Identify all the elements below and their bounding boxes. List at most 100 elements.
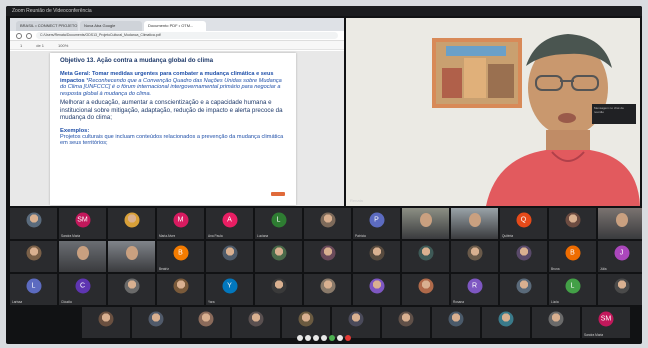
participant-tile[interactable] bbox=[255, 274, 302, 305]
browser-tab-active[interactable]: Documento PDF • OTM... bbox=[144, 21, 206, 31]
participant-photo bbox=[198, 311, 214, 327]
participant-tile[interactable] bbox=[206, 241, 253, 272]
participant-avatar: R bbox=[467, 278, 482, 294]
participant-tile[interactable]: SM Sandra Maria bbox=[59, 208, 106, 239]
participant-tile[interactable] bbox=[402, 241, 449, 272]
participant-name: Cláudia bbox=[61, 300, 72, 304]
participant-photo bbox=[271, 278, 286, 294]
participant-photo bbox=[369, 278, 384, 294]
participant-avatar: SM bbox=[75, 212, 90, 228]
pdf-page: Objetivo 13. Ação contra a mudança globa… bbox=[50, 53, 296, 205]
participant-avatar: A bbox=[222, 212, 237, 228]
gallery-row: B Beatriz B Bruna J Júlia bbox=[10, 241, 642, 272]
participant-tile[interactable] bbox=[482, 307, 530, 338]
participant-tile[interactable]: L Larissa bbox=[10, 274, 57, 305]
participant-tile[interactable]: Q Quitéria bbox=[500, 208, 547, 239]
participant-tile[interactable] bbox=[157, 274, 204, 305]
participant-avatar: L bbox=[26, 278, 41, 294]
chat-notification[interactable]: Mensagem no chat da reunião bbox=[592, 104, 636, 124]
participant-tile[interactable] bbox=[82, 307, 130, 338]
participant-tile[interactable] bbox=[304, 274, 351, 305]
browser-tab[interactable]: Nova Aba Google bbox=[80, 21, 142, 31]
participant-tile[interactable] bbox=[382, 307, 430, 338]
participant-avatar: Y bbox=[222, 278, 237, 294]
participant-tile[interactable] bbox=[108, 274, 155, 305]
pdf-zoom[interactable]: 100% bbox=[58, 43, 68, 48]
participant-tile[interactable] bbox=[432, 307, 480, 338]
participant-name: Lúcia bbox=[551, 300, 559, 304]
participant-tile[interactable] bbox=[532, 307, 580, 338]
mic-icon[interactable] bbox=[297, 334, 303, 341]
participant-photo bbox=[548, 311, 564, 327]
participant-avatar: L bbox=[271, 212, 286, 228]
participant-tile[interactable] bbox=[108, 208, 155, 239]
participant-tile[interactable]: P Patrícia bbox=[353, 208, 400, 239]
objective-title: Objetivo 13. Ação contra a mudança globa… bbox=[60, 57, 214, 64]
url-field[interactable]: C:/Users/Renata/Documents/ODS13_ProjetoC… bbox=[36, 32, 338, 39]
participant-face bbox=[76, 246, 89, 260]
participant-avatar: P bbox=[369, 212, 384, 228]
participant-tile[interactable]: L Luciana bbox=[255, 208, 302, 239]
participant-tile[interactable] bbox=[500, 241, 547, 272]
participant-tile[interactable] bbox=[402, 274, 449, 305]
zoom-window: Zoom Reunião de Videoconferência BRASIL … bbox=[6, 6, 642, 344]
participant-tile[interactable]: L Lúcia bbox=[549, 274, 596, 305]
participant-tile[interactable]: B Beatriz bbox=[157, 241, 204, 272]
participant-name: Sandra Maria bbox=[61, 234, 81, 238]
participant-tile[interactable]: SM Sandra Maria bbox=[582, 307, 630, 338]
participant-tile[interactable]: J Júlia bbox=[598, 241, 642, 272]
participant-tile[interactable] bbox=[451, 208, 498, 239]
share-icon[interactable] bbox=[329, 334, 335, 341]
chat-icon[interactable] bbox=[321, 334, 327, 341]
speaker-name: Renata bbox=[350, 198, 363, 203]
participant-tile[interactable] bbox=[598, 208, 642, 239]
participant-tile[interactable] bbox=[10, 241, 57, 272]
participant-tile[interactable] bbox=[500, 274, 547, 305]
participant-photo bbox=[124, 212, 139, 228]
participant-tile[interactable] bbox=[353, 241, 400, 272]
participant-photo bbox=[369, 245, 384, 261]
participant-tile[interactable] bbox=[549, 208, 596, 239]
back-icon[interactable] bbox=[16, 32, 22, 39]
meta-label: Meta Geral: bbox=[60, 71, 91, 77]
participant-tile[interactable] bbox=[59, 241, 106, 272]
participant-photo bbox=[565, 212, 580, 228]
participant-tile[interactable] bbox=[304, 208, 351, 239]
participant-photo bbox=[26, 245, 41, 261]
participant-tile[interactable]: R Rosana bbox=[451, 274, 498, 305]
participant-photo bbox=[26, 212, 41, 228]
participant-photo bbox=[614, 278, 629, 294]
participant-photo bbox=[320, 245, 335, 261]
participant-video bbox=[598, 208, 642, 239]
participant-name: Patrícia bbox=[355, 234, 366, 238]
refresh-icon[interactable] bbox=[26, 32, 32, 39]
participant-tile[interactable]: B Bruna bbox=[549, 241, 596, 272]
participant-tile[interactable] bbox=[108, 241, 155, 272]
participant-tile[interactable] bbox=[598, 274, 642, 305]
participant-face bbox=[419, 213, 432, 227]
participant-tile[interactable]: Y Yara bbox=[206, 274, 253, 305]
participant-avatar: SM bbox=[598, 311, 614, 327]
participant-tile[interactable] bbox=[402, 208, 449, 239]
pdf-page-number[interactable]: 1 bbox=[20, 43, 22, 48]
leave-icon[interactable] bbox=[345, 334, 351, 341]
participant-tile[interactable] bbox=[304, 241, 351, 272]
participant-tile[interactable] bbox=[353, 274, 400, 305]
participants-icon[interactable] bbox=[313, 334, 319, 341]
participant-tile[interactable] bbox=[10, 208, 57, 239]
participant-avatar: L bbox=[565, 278, 580, 294]
participant-tile[interactable] bbox=[451, 241, 498, 272]
participant-tile[interactable]: M Maria Alves bbox=[157, 208, 204, 239]
reactions-icon[interactable] bbox=[337, 334, 343, 341]
participant-tile[interactable]: C Cláudia bbox=[59, 274, 106, 305]
participant-photo bbox=[467, 245, 482, 261]
camera-icon[interactable] bbox=[305, 334, 311, 341]
participant-tile[interactable] bbox=[232, 307, 280, 338]
participant-tile[interactable] bbox=[132, 307, 180, 338]
participant-photo bbox=[516, 245, 531, 261]
participant-tile[interactable] bbox=[255, 241, 302, 272]
participant-photo bbox=[173, 278, 188, 294]
participant-tile[interactable]: A Ana Paula bbox=[206, 208, 253, 239]
browser-tab[interactable]: BRASIL • CONNECT PROJETO AG... bbox=[16, 21, 78, 31]
participant-tile[interactable] bbox=[182, 307, 230, 338]
